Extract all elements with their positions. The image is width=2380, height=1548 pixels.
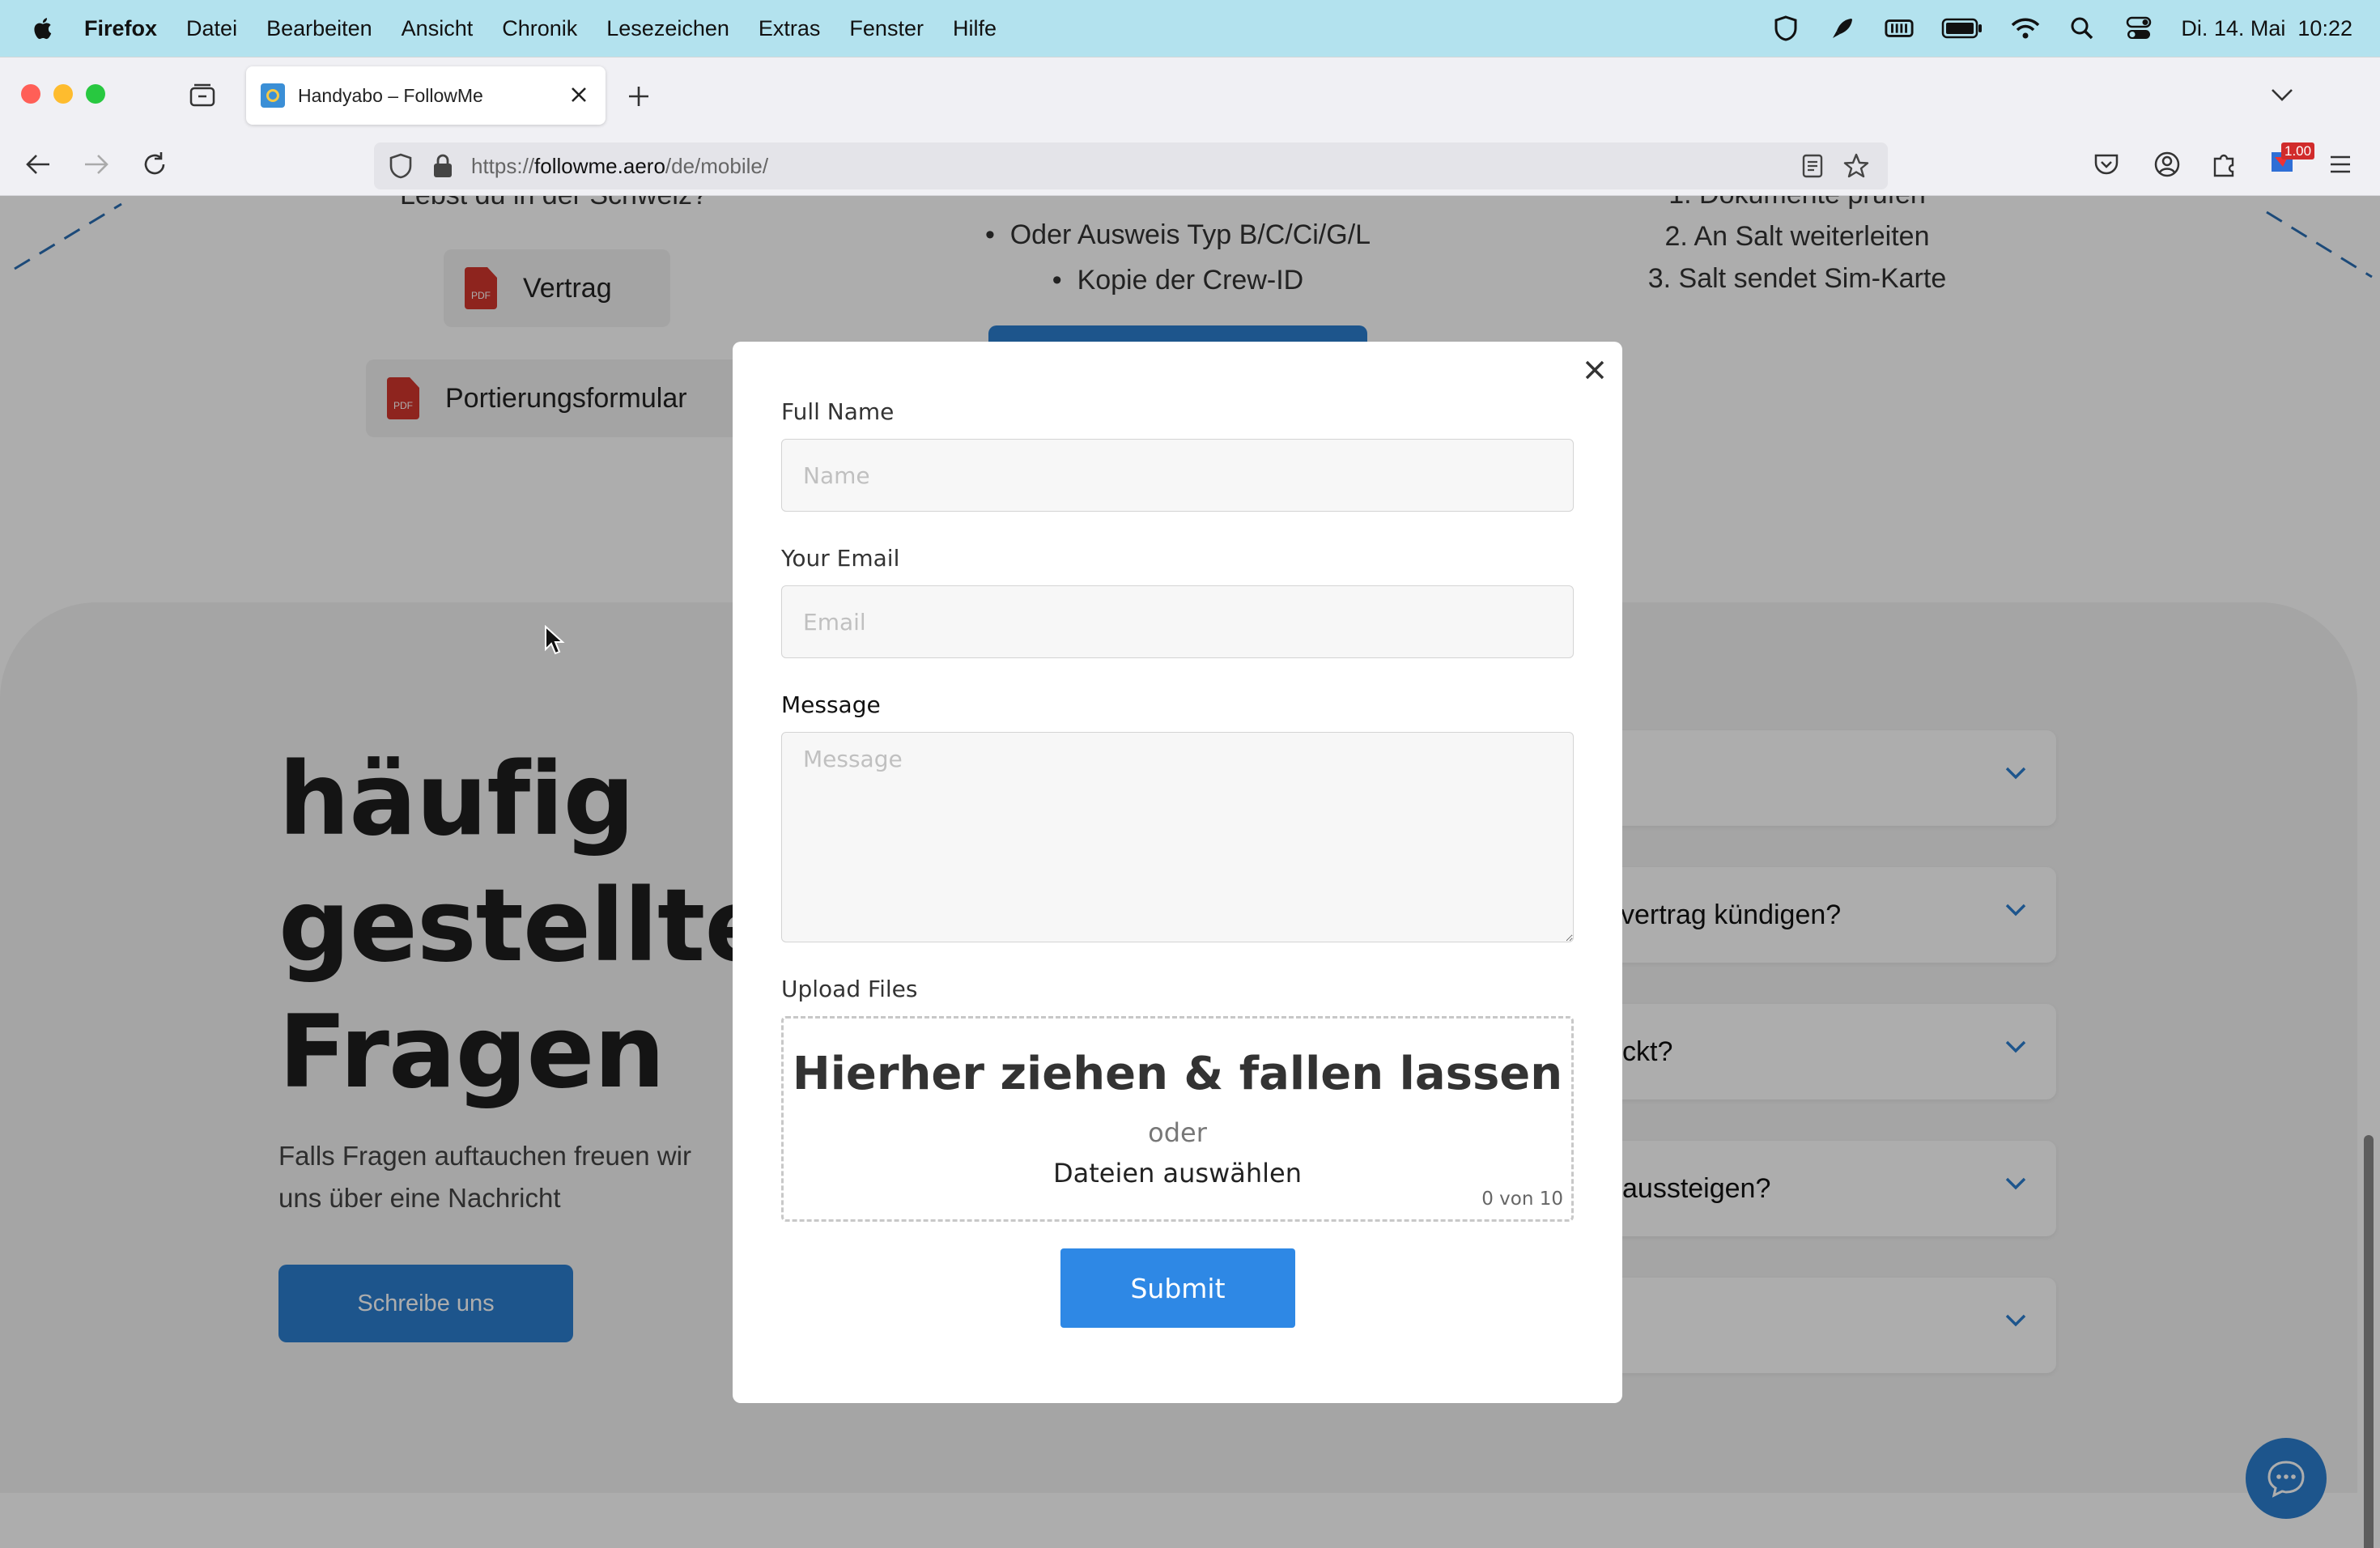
lock-icon[interactable] (432, 153, 453, 179)
account-icon[interactable] (2153, 151, 2181, 178)
app-menu-hamburger-icon[interactable] (2328, 154, 2352, 175)
bookmark-star-icon[interactable] (1842, 152, 1870, 180)
menu-chronik[interactable]: Chronik (502, 16, 577, 41)
menu-lesezeichen[interactable]: Lesezeichen (606, 16, 729, 41)
url-text[interactable]: https://followme.aero/de/mobile/ (471, 154, 768, 179)
menu-ansicht[interactable]: Ansicht (402, 16, 474, 41)
reader-view-icon[interactable] (1802, 154, 1823, 178)
browser-tab-active[interactable]: Handyabo – FollowMe (246, 66, 606, 125)
tab-close-icon[interactable] (568, 84, 589, 105)
site-favicon-icon (261, 83, 285, 108)
url-prefix: https:// (471, 153, 535, 178)
message-label: Message (781, 691, 881, 718)
memory-icon[interactable] (1885, 14, 1914, 43)
window-minimize-button[interactable] (53, 84, 73, 104)
choose-files-link[interactable]: Dateien auswählen (784, 1158, 1571, 1189)
dropzone-or: oder (1148, 1117, 1207, 1148)
menu-extras[interactable]: Extras (759, 16, 821, 41)
menu-bearbeiten[interactable]: Bearbeiten (266, 16, 372, 41)
url-bar[interactable]: https://followme.aero/de/mobile/ (374, 142, 1888, 189)
tab-title: Handyabo – FollowMe (298, 84, 483, 106)
control-center-icon[interactable] (2124, 14, 2153, 43)
full-name-input[interactable] (781, 439, 1574, 512)
url-domain: followme.aero (534, 153, 665, 178)
submit-button[interactable]: Submit (1060, 1248, 1295, 1328)
message-textarea[interactable] (781, 732, 1574, 942)
list-all-tabs-chevron-icon[interactable] (2270, 86, 2294, 104)
forward-arrow-icon[interactable] (83, 152, 110, 176)
shield-status-icon[interactable] (1771, 14, 1800, 43)
pocket-icon[interactable] (2093, 152, 2119, 176)
email-input[interactable] (781, 585, 1574, 658)
apple-logo-icon[interactable] (31, 14, 57, 43)
dropzone-title: Hierher ziehen & fallen lassen (792, 1048, 1563, 1100)
reload-icon[interactable] (141, 151, 168, 178)
new-tab-button[interactable] (627, 84, 651, 108)
menu-app-firefox[interactable]: Firefox (84, 16, 157, 41)
file-dropzone[interactable]: Hierher ziehen & fallen lassen oder Date… (781, 1016, 1574, 1222)
modal-close-icon[interactable] (1583, 358, 1607, 382)
upload-files-label: Upload Files (781, 976, 918, 1002)
contact-modal: Full Name Your Email Message Upload File… (733, 342, 1622, 1403)
url-path: /de/mobile/ (665, 153, 769, 178)
window-zoom-button[interactable] (86, 84, 105, 104)
firefox-view-icon[interactable] (189, 83, 215, 107)
back-arrow-icon[interactable] (24, 152, 52, 176)
spotlight-search-icon[interactable] (2068, 14, 2097, 43)
macos-menubar: Firefox Datei Bearbeiten Ansicht Chronik… (0, 0, 2380, 57)
rocket-icon[interactable] (1828, 14, 1857, 43)
battery-icon[interactable] (1941, 14, 1983, 43)
file-count: 0 von 10 (1481, 1189, 1563, 1210)
window-close-button[interactable] (21, 84, 40, 104)
full-name-label: Full Name (781, 398, 895, 425)
email-label: Your Email (781, 545, 900, 572)
mouse-cursor-icon (545, 625, 565, 655)
extensions-puzzle-icon[interactable] (2212, 151, 2238, 178)
extension-badge: 1.00 (2281, 142, 2315, 159)
menu-hilfe[interactable]: Hilfe (953, 16, 997, 41)
menu-fenster[interactable]: Fenster (849, 16, 924, 41)
tracking-protection-shield-icon[interactable] (389, 153, 413, 179)
wifi-icon[interactable] (2011, 14, 2040, 43)
menubar-clock[interactable]: Di. 14. Mai 10:22 (2181, 16, 2352, 41)
extension-flag-icon[interactable]: 1.00 (2268, 142, 2315, 180)
menu-datei[interactable]: Datei (186, 16, 237, 41)
